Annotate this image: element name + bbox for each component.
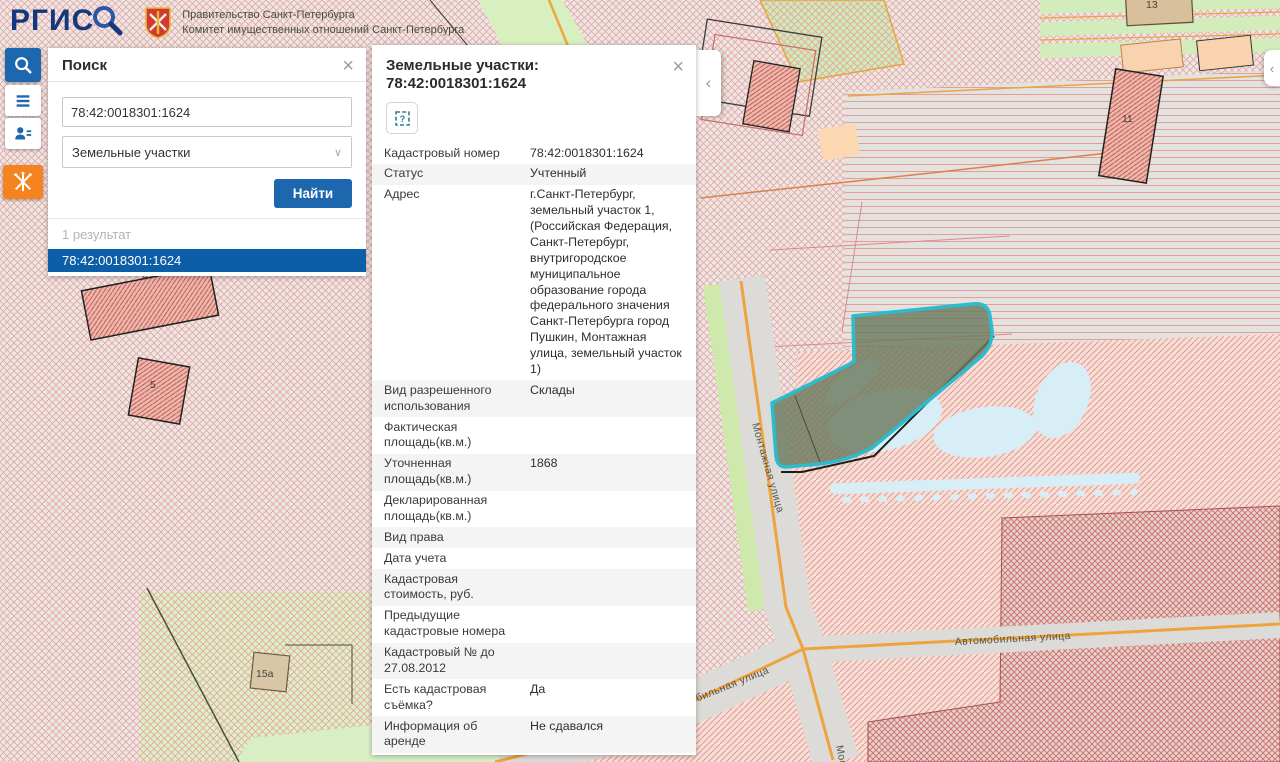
search-panel-close-icon[interactable]: × [342, 59, 354, 73]
row-value: Не сдавался [530, 719, 686, 751]
row-value [530, 572, 686, 604]
chevron-down-icon: ∨ [334, 146, 342, 159]
spb-emblem-icon [12, 171, 34, 193]
row-value: г.Санкт-Петербург, земельный участок 1, … [530, 187, 686, 378]
user-icon [13, 124, 33, 144]
row-value: Учтенный [530, 166, 686, 182]
org-line1: Правительство Санкт-Петербурга [182, 8, 464, 23]
row-value: 1868 [530, 456, 686, 488]
result-item-selected[interactable]: 78:42:0018301:1624 [48, 249, 366, 272]
search-panel: Поиск × Земельные участки ∨ Найти 1 резу… [48, 48, 366, 276]
table-row: Уточненная площадь(кв.м.)1868 [372, 454, 696, 491]
building-label-13: 13 [1146, 0, 1158, 11]
row-label: Статус [384, 166, 530, 182]
rgis-logo-text: РГИС [10, 4, 94, 38]
table-row: Предыдущие кадастровые номера [372, 606, 696, 643]
find-button[interactable]: Найти [274, 179, 352, 208]
row-label: Кадастровый № до 27.08.2012 [384, 645, 530, 677]
identify-extent-icon: ? [394, 110, 411, 127]
row-label: Вид разрешенного использования [384, 383, 530, 415]
table-row: Есть кадастровая съёмка?Да [372, 679, 696, 716]
search-input[interactable] [62, 97, 352, 127]
building-label-15a: 15а [256, 668, 274, 680]
row-label: Информация об аренде [384, 719, 530, 751]
search-icon [13, 55, 33, 75]
row-label: Адрес [384, 187, 530, 378]
table-row: Фактическая площадь(кв.м.) [372, 417, 696, 454]
results-count: 1 результат [48, 219, 366, 249]
row-label: Кадастровая стоимость, руб. [384, 572, 530, 604]
info-panel-close-icon[interactable]: × [672, 56, 684, 79]
row-value [530, 645, 686, 677]
row-value: Да [530, 682, 686, 714]
row-label: Вид права [384, 530, 530, 546]
sidebar-user-button[interactable] [5, 118, 41, 149]
row-value [530, 551, 686, 567]
row-label: Кадастровый номер [384, 146, 530, 162]
table-row: Адресг.Санкт-Петербург, земельный участо… [372, 185, 696, 381]
parcel-info-panel: Земельные участки: 78:42:0018301:1624 × … [372, 45, 696, 755]
sidebar-emblem-button[interactable] [3, 165, 43, 199]
table-row: Кадастровая стоимость, руб. [372, 569, 696, 606]
magnifier-logo-icon [90, 4, 124, 38]
table-row: Вид разрешенного использованияСклады [372, 380, 696, 417]
right-edge-expand-tab[interactable]: ‹ [1264, 50, 1280, 86]
search-category-select[interactable]: Земельные участки ∨ [62, 136, 352, 168]
row-value [530, 420, 686, 452]
table-row: Кадастровый номер78:42:0018301:1624 [372, 143, 696, 164]
chevron-left-icon: ‹ [1270, 61, 1274, 76]
building-label-5b: 5 [150, 379, 156, 391]
row-label: Есть кадастровая съёмка? [384, 682, 530, 714]
building-label-11: 11 [1122, 113, 1133, 125]
row-value [530, 608, 686, 640]
table-row: Кадастровый № до 27.08.2012 [372, 643, 696, 680]
striped-zone [845, 70, 1280, 348]
sidebar-layers-button[interactable] [5, 85, 41, 116]
identify-extent-button[interactable]: ? [386, 102, 418, 134]
row-label: Фактическая площадь(кв.м.) [384, 420, 530, 452]
app-header: РГИС Правительство Санкт-Петербурга Коми… [0, 0, 464, 39]
row-value: Склады [530, 383, 686, 415]
attribute-table: Кадастровый номер78:42:0018301:1624 Стат… [372, 143, 696, 755]
spb-coat-of-arms-icon [144, 6, 172, 39]
row-label: Дата учета [384, 551, 530, 567]
rgis-logo[interactable]: РГИС [10, 4, 124, 38]
info-panel-collapse-tab[interactable]: ‹ [696, 50, 721, 116]
row-label: Уточненная площадь(кв.м.) [384, 456, 530, 488]
table-row: СтатусУчтенный [372, 164, 696, 185]
svg-text:?: ? [399, 114, 405, 124]
search-category-value: Земельные участки [72, 145, 190, 160]
sidebar-search-button[interactable] [5, 48, 41, 82]
table-row: Вид права [372, 527, 696, 548]
row-value [530, 493, 686, 525]
org-title: Правительство Санкт-Петербурга Комитет и… [182, 8, 464, 38]
search-results: 1 результат 78:42:0018301:1624 [48, 218, 366, 276]
layers-icon [13, 91, 33, 111]
info-panel-title: Земельные участки: 78:42:0018301:1624 [386, 57, 539, 92]
row-label: Предыдущие кадастровые номера [384, 608, 530, 640]
table-row: Информация об арендеНе сдавался [372, 716, 696, 753]
row-value: 78:42:0018301:1624 [530, 146, 686, 162]
row-label: Декларированная площадь(кв.м.) [384, 493, 530, 525]
table-row: Дата учета [372, 548, 696, 569]
table-row: Декларированная площадь(кв.м.) [372, 491, 696, 528]
org-line2: Комитет имущественных отношений Санкт-Пе… [182, 23, 464, 38]
chevron-left-icon: ‹ [706, 73, 712, 93]
row-value [530, 530, 686, 546]
search-panel-title: Поиск [62, 57, 107, 74]
